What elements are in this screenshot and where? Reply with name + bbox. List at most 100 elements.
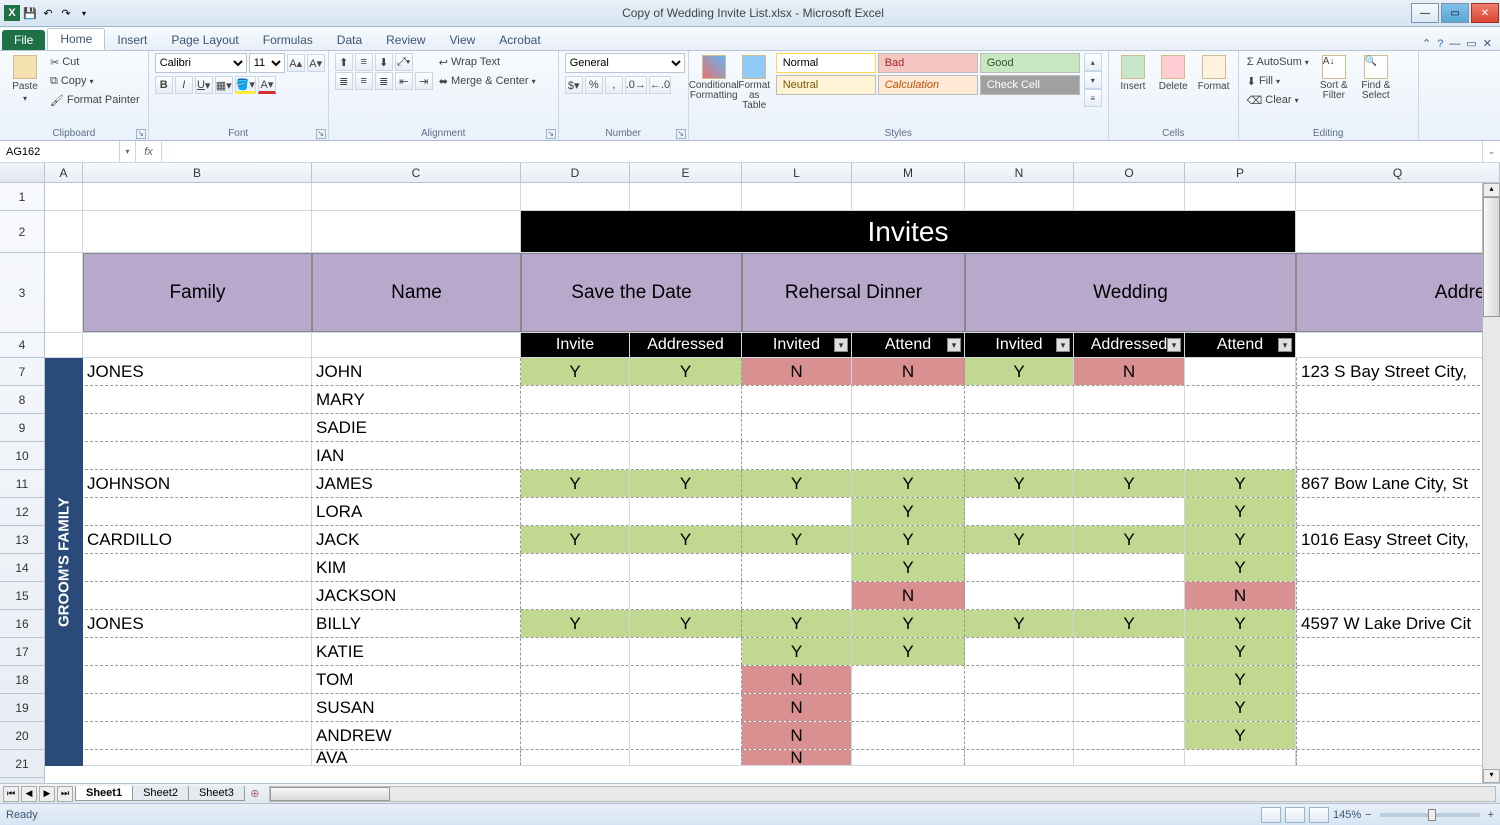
cell-d[interactable] — [521, 638, 630, 665]
cell-d[interactable]: Y — [521, 358, 630, 385]
align-center-button[interactable]: ≡ — [355, 72, 373, 90]
cell[interactable] — [83, 333, 312, 357]
cell-n[interactable] — [965, 722, 1074, 749]
zoom-slider[interactable] — [1380, 813, 1480, 817]
cell-address[interactable] — [1296, 386, 1500, 413]
cell-e[interactable] — [630, 498, 742, 525]
sheet-tab-3[interactable]: Sheet3 — [188, 786, 245, 801]
maximize-button[interactable]: ▭ — [1441, 3, 1469, 23]
cell-e[interactable] — [630, 638, 742, 665]
style-bad[interactable]: Bad — [878, 53, 978, 73]
help-icon[interactable]: ? — [1437, 38, 1443, 50]
minimize-ribbon-icon[interactable]: ⌃ — [1422, 37, 1431, 50]
cell-m[interactable] — [852, 722, 965, 749]
sub-addressed-2-filter-icon[interactable]: ▾ — [1167, 338, 1181, 352]
grow-font-button[interactable]: A▴ — [287, 54, 305, 72]
cell-p[interactable] — [1185, 358, 1296, 385]
cell-n[interactable] — [965, 442, 1074, 469]
increase-decimal-button[interactable]: .0→ — [625, 76, 647, 94]
cell-p[interactable]: Y — [1185, 526, 1296, 553]
rowhdr-14[interactable]: 14 — [0, 554, 44, 582]
cell-family[interactable] — [83, 386, 312, 413]
format-as-table-button[interactable]: Format as Table — [737, 53, 772, 111]
cell-family[interactable]: CARDILLO — [83, 526, 312, 553]
cell-m[interactable] — [852, 386, 965, 413]
alignment-launcher-icon[interactable]: ↘ — [546, 129, 556, 139]
cell-family[interactable] — [83, 750, 312, 765]
border-button[interactable]: ▦▾ — [215, 76, 233, 94]
rowhdr-7[interactable]: 7 — [0, 358, 44, 386]
cell-e[interactable] — [630, 694, 742, 721]
rowhdr-8[interactable]: 8 — [0, 386, 44, 414]
cell-l[interactable]: Y — [742, 638, 852, 665]
cell-o[interactable] — [1074, 442, 1185, 469]
cell-o[interactable] — [1074, 554, 1185, 581]
cell-n[interactable] — [965, 638, 1074, 665]
cell-p[interactable] — [1185, 414, 1296, 441]
cell-n[interactable] — [965, 694, 1074, 721]
cell-o[interactable] — [1074, 386, 1185, 413]
zoom-thumb[interactable] — [1428, 809, 1436, 821]
cell-m[interactable]: Y — [852, 638, 965, 665]
cell[interactable] — [83, 211, 312, 252]
cell-d[interactable] — [521, 386, 630, 413]
cell-p[interactable]: Y — [1185, 554, 1296, 581]
close-button[interactable]: ✕ — [1471, 3, 1499, 23]
font-color-button[interactable]: A▾ — [258, 76, 276, 94]
sub-attend-1[interactable]: Attend▾ — [852, 333, 965, 357]
rowhdr-20[interactable]: 20 — [0, 722, 44, 750]
hdr-save-the-date[interactable]: Save the Date — [521, 253, 742, 332]
cell-n[interactable]: Y — [965, 470, 1074, 497]
style-normal[interactable]: Normal — [776, 53, 876, 73]
number-launcher-icon[interactable]: ↘ — [676, 129, 686, 139]
cell-p[interactable] — [1185, 386, 1296, 413]
copy-button[interactable]: ⧉Copy▾ — [48, 72, 142, 90]
cell-m[interactable]: Y — [852, 498, 965, 525]
rowhdr-19[interactable]: 19 — [0, 694, 44, 722]
clear-button[interactable]: ⌫Clear▾ — [1245, 91, 1311, 109]
orientation-button[interactable]: ⤢▾ — [395, 53, 413, 71]
hdr-address[interactable]: Addres — [1296, 253, 1500, 332]
align-right-button[interactable]: ≣ — [375, 72, 393, 90]
hdr-family[interactable]: Family — [83, 253, 312, 332]
cell-d[interactable] — [521, 694, 630, 721]
cell-m[interactable] — [852, 750, 965, 765]
cell-family[interactable] — [83, 694, 312, 721]
cell-e[interactable] — [630, 554, 742, 581]
cell-address[interactable] — [1296, 498, 1500, 525]
cell-address[interactable] — [1296, 414, 1500, 441]
tab-pagelayout[interactable]: Page Layout — [159, 30, 250, 50]
cell-m[interactable] — [852, 666, 965, 693]
cell-o[interactable] — [1074, 414, 1185, 441]
align-left-button[interactable]: ≣ — [335, 72, 353, 90]
increase-indent-button[interactable]: ⇥ — [415, 72, 433, 90]
cell-name[interactable]: JOHN — [312, 358, 521, 385]
cell-e[interactable]: Y — [630, 610, 742, 637]
colhdr-B[interactable]: B — [83, 163, 312, 182]
cell-l[interactable]: N — [742, 722, 852, 749]
sheet-tab-1[interactable]: Sheet1 — [75, 786, 133, 801]
hdr-wedding[interactable]: Wedding — [965, 253, 1296, 332]
cell-e[interactable] — [630, 442, 742, 469]
cell[interactable] — [1296, 211, 1500, 252]
cell-p[interactable]: Y — [1185, 694, 1296, 721]
cell-family[interactable] — [83, 722, 312, 749]
italic-button[interactable]: I — [175, 76, 193, 94]
sub-invite[interactable]: Invite — [521, 333, 630, 357]
rowhdr-3[interactable]: 3 — [0, 253, 44, 333]
cell-l[interactable]: N — [742, 694, 852, 721]
cell-o[interactable] — [1074, 666, 1185, 693]
name-box-dropdown-icon[interactable]: ▾ — [120, 141, 136, 162]
cell-l[interactable]: N — [742, 358, 852, 385]
cell-name[interactable]: JAMES — [312, 470, 521, 497]
cell[interactable] — [521, 183, 630, 210]
new-sheet-icon[interactable]: ⊕ — [245, 787, 265, 800]
number-format-select[interactable]: General — [565, 53, 685, 73]
sort-filter-button[interactable]: A↓Sort & Filter — [1315, 53, 1353, 101]
cell-l[interactable]: N — [742, 750, 852, 765]
cell-e[interactable] — [630, 414, 742, 441]
cell-n[interactable] — [965, 498, 1074, 525]
sheet-nav-last-icon[interactable]: ⏭ — [57, 786, 73, 802]
cell[interactable] — [742, 183, 852, 210]
cell[interactable] — [852, 183, 965, 210]
